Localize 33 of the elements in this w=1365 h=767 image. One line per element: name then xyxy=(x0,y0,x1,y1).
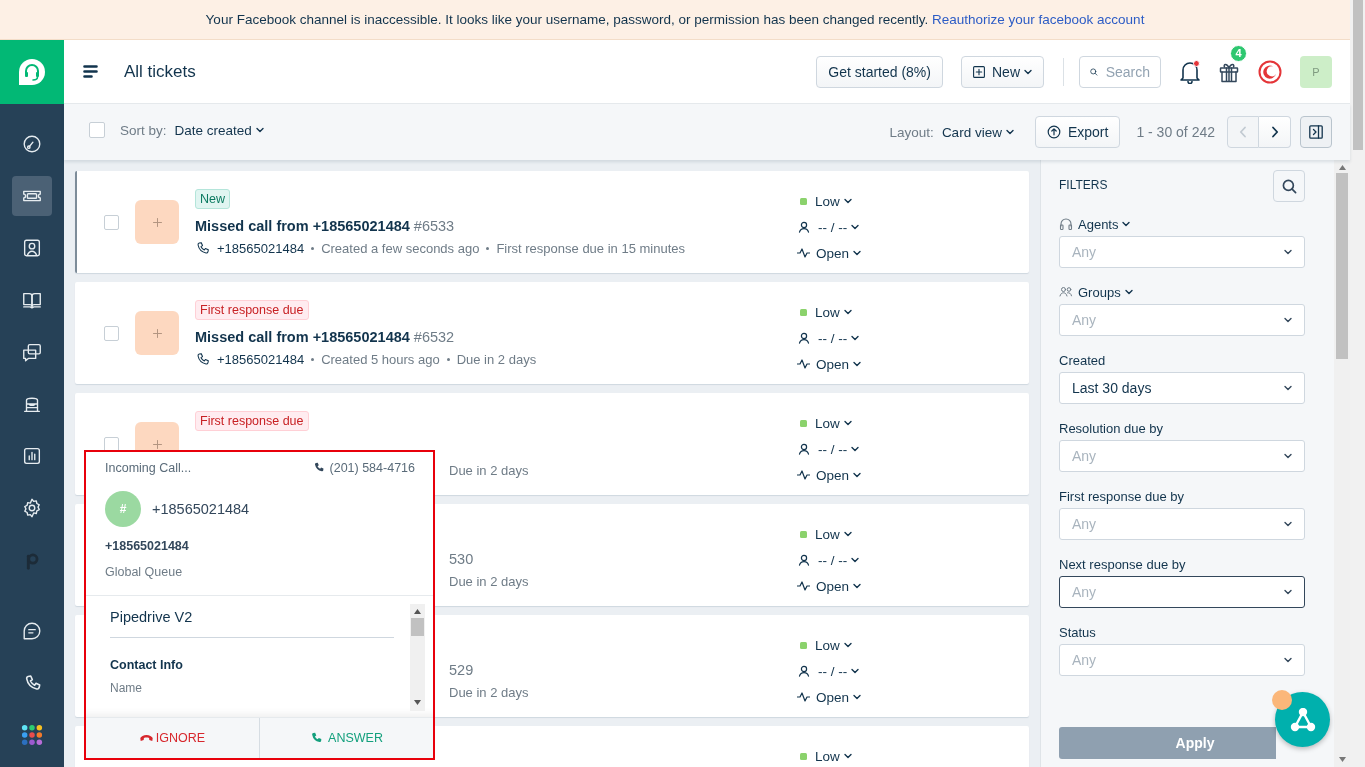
filter-label: Next response due by xyxy=(1059,556,1186,572)
ticket-meta: Due in 2 days xyxy=(449,685,529,700)
queue-name: Global Queue xyxy=(105,565,184,579)
page-range: 1 - 30 of 242 xyxy=(1136,124,1215,140)
ticket-meta: Due in 2 days xyxy=(456,352,537,367)
banner-message: Your Facebook channel is inaccessible. It looks like your username, password, or permission has been changed recently. Reauthorize your facebook account xyxy=(205,12,1145,27)
filter-label: Status xyxy=(1059,624,1096,640)
filter-label: Resolution due by xyxy=(1059,420,1164,436)
filter-label: First response due by xyxy=(1059,488,1184,504)
caller-name: +18565021484 xyxy=(105,539,190,553)
line-number: (201) 584-4716 xyxy=(329,461,415,475)
filter-label: Created xyxy=(1059,352,1106,368)
caller-number: +18565021484 xyxy=(152,501,250,517)
integration-title: Pipedrive V2 xyxy=(110,609,394,638)
ticket-meta: First response due in 15 minutes xyxy=(496,241,685,256)
status-tag: New xyxy=(195,189,230,209)
section-heading: Contact Info xyxy=(110,658,184,672)
layout-label: Layout: xyxy=(889,124,934,140)
status-tag: First response due xyxy=(195,300,309,320)
count-badge: 4 xyxy=(1230,44,1247,62)
page-title: All tickets xyxy=(124,61,197,82)
ticket-meta: Created 5 hours ago xyxy=(321,352,440,367)
contact-phone: +18565021484 xyxy=(217,241,305,256)
caller-avatar: # xyxy=(105,491,141,527)
sort-label: Sort by: xyxy=(120,122,167,138)
ticket-meta: Created a few seconds ago xyxy=(321,241,480,256)
contact-phone: +18565021484 xyxy=(217,352,305,367)
ticket-meta: Due in 2 days xyxy=(449,463,529,478)
ticket-meta: Due in 2 days xyxy=(449,574,529,589)
call-status: Incoming Call... xyxy=(105,461,192,475)
filters-heading: FILTERS xyxy=(1059,178,1108,192)
status-tag: First response due xyxy=(195,411,309,431)
field-label: Name xyxy=(110,681,143,695)
